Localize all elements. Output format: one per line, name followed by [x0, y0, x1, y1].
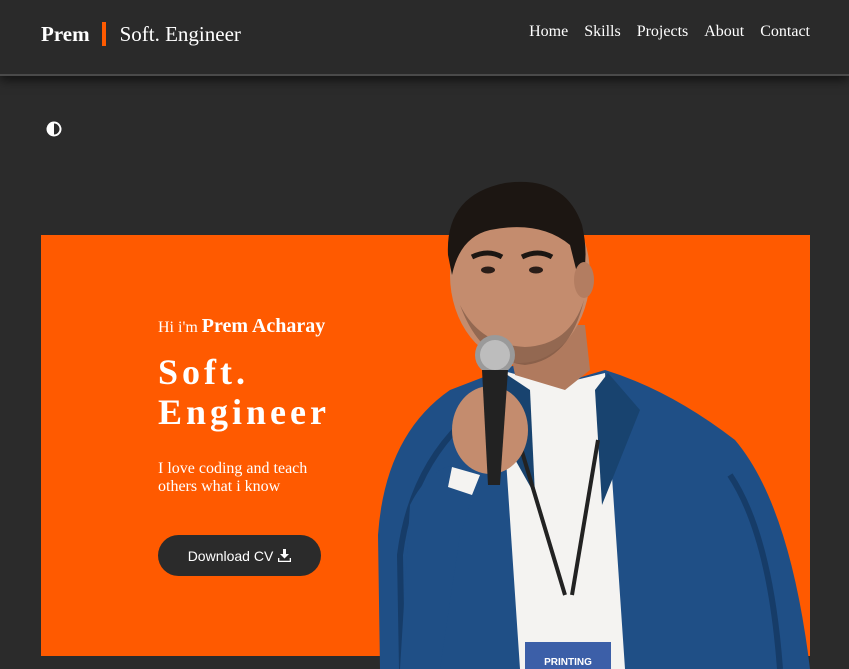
main-nav: Home Skills Projects About Contact [529, 23, 810, 41]
brand-name: Prem [41, 21, 90, 46]
top-navbar: Prem Soft. Engineer Home Skills Projects… [0, 0, 849, 76]
theme-toggle-button[interactable] [46, 121, 62, 137]
badge-text: PRINTING [544, 657, 592, 668]
nav-link-projects[interactable]: Projects [637, 23, 689, 41]
download-cv-button[interactable]: Download CV [158, 535, 321, 576]
half-circle-contrast-icon [46, 121, 62, 137]
download-cv-label: Download CV [187, 547, 274, 564]
nav-link-home[interactable]: Home [529, 23, 568, 41]
brand-role: Soft. Engineer [119, 21, 241, 46]
hero-tagline: I love coding and teach others what i kn… [158, 460, 308, 495]
nav-link-contact[interactable]: Contact [760, 23, 810, 41]
brand-divider [101, 22, 106, 46]
profile-photo: PRINTING [378, 181, 810, 669]
greeting-prefix: Hi i'm [158, 319, 198, 336]
greeting-name: Prem Acharay [201, 315, 326, 337]
page: Prem Soft. Engineer Home Skills Projects… [0, 0, 849, 669]
brand[interactable]: Prem Soft. Engineer [41, 20, 241, 48]
nav-link-skills[interactable]: Skills [584, 23, 620, 41]
nav-link-about[interactable]: About [704, 23, 744, 41]
download-icon [278, 549, 292, 562]
